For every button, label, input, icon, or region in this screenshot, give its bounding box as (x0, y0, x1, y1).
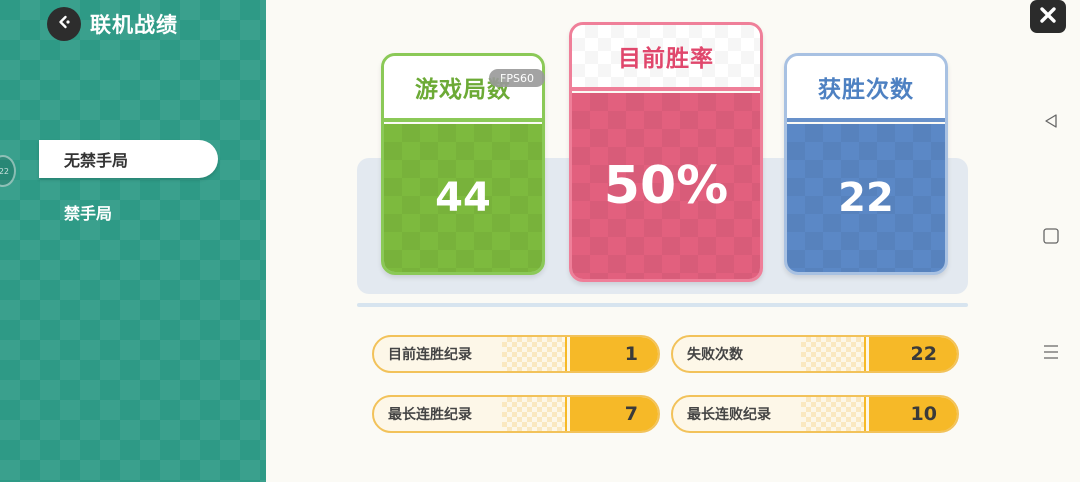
edge-badge-text: 22 (0, 166, 9, 176)
win-rate-label: 目前胜率 (572, 25, 760, 87)
card-divider (384, 118, 542, 122)
record-value: 22 (864, 337, 957, 371)
losses-count: 失败次数 22 (671, 335, 959, 373)
wins-card: 获胜次数 22 (784, 53, 948, 275)
record-value: 1 (565, 337, 658, 371)
card-divider (787, 118, 945, 122)
win-rate-value: 50% (572, 93, 760, 279)
stats-divider (357, 303, 968, 307)
tab-label: 禁手局 (64, 204, 113, 223)
record-label: 目前连胜纪录 (388, 347, 472, 363)
record-pattern (801, 337, 865, 371)
games-played-value: 44 (384, 124, 542, 272)
record-label: 最长连败纪录 (687, 407, 771, 423)
home-square-icon (1042, 227, 1060, 249)
edge-badge: 22 (0, 155, 16, 187)
longest-lose-streak: 最长连败纪录 10 (671, 395, 959, 433)
games-played-label: 游戏局数 (384, 56, 542, 118)
win-rate-card: 目前胜率 50% (569, 22, 763, 282)
record-label: 失败次数 (687, 347, 743, 363)
record-label: 最长连胜纪录 (388, 407, 472, 423)
nav-menu-button[interactable] (1040, 343, 1062, 365)
tab-no-forbidden[interactable]: 无禁手局 (39, 140, 218, 178)
tab-label: 无禁手局 (64, 151, 129, 170)
sidebar: 联机战绩 22 无禁手局 禁手局 (0, 0, 266, 482)
page-title: 联机战绩 (90, 13, 178, 37)
close-icon (1039, 6, 1057, 28)
card-divider (572, 87, 760, 91)
wins-value: 22 (787, 124, 945, 272)
record-pattern (801, 397, 865, 431)
back-arrow-icon (56, 14, 72, 34)
close-button[interactable] (1030, 0, 1066, 33)
longest-win-streak: 最长连胜纪录 7 (372, 395, 660, 433)
wins-label: 获胜次数 (787, 56, 945, 118)
nav-home-button[interactable] (1040, 227, 1062, 249)
record-pattern (502, 337, 566, 371)
record-value: 7 (565, 397, 658, 431)
menu-icon (1042, 343, 1060, 365)
record-value: 10 (864, 397, 957, 431)
current-win-streak: 目前连胜纪录 1 (372, 335, 660, 373)
fps-badge: FPS60 (489, 69, 545, 87)
back-button[interactable] (47, 7, 81, 41)
back-triangle-icon (1042, 112, 1060, 134)
tab-forbidden[interactable]: 禁手局 (39, 193, 218, 231)
record-pattern (502, 397, 566, 431)
nav-back-button[interactable] (1040, 112, 1062, 134)
